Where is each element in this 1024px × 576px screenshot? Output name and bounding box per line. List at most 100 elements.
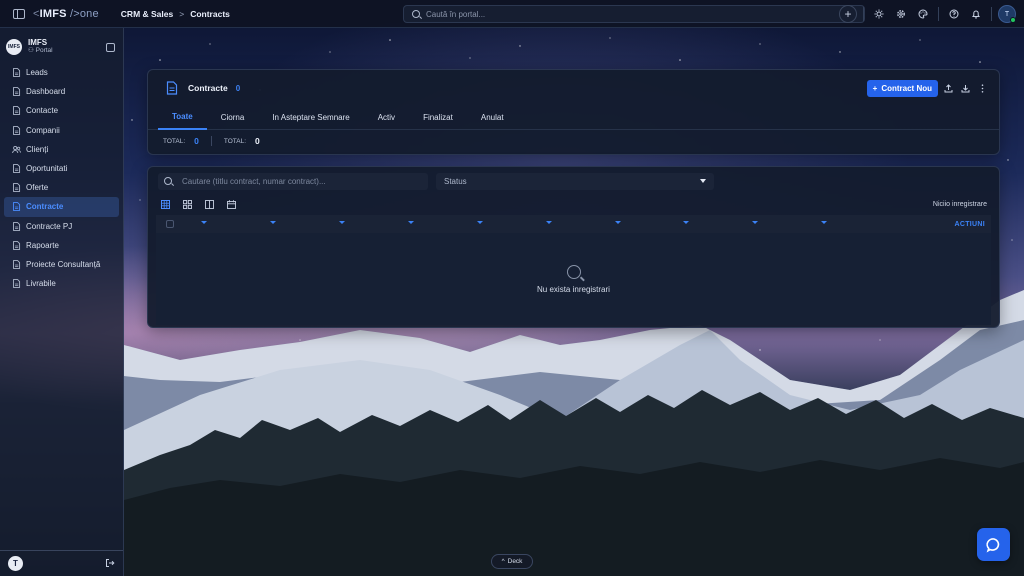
sidebar-item-label: Leads (26, 68, 48, 78)
logout-icon[interactable] (105, 558, 115, 570)
tab-ciorna[interactable]: Ciorna (207, 106, 259, 130)
sidebar-item-contacte[interactable]: Contacte (4, 101, 119, 120)
select-all-checkbox[interactable] (166, 220, 174, 228)
sidebar-item-label: Dashboard (26, 87, 66, 97)
tab-anulat[interactable]: Anulat (467, 106, 518, 130)
sidebar-item-clien-i[interactable]: Clienți (4, 140, 119, 159)
sidebar-item-rapoarte[interactable]: Rapoarte (4, 236, 119, 255)
sidebar-item-companii[interactable]: Companii (4, 121, 119, 140)
org-subtitle: ⚇ Portal (28, 46, 53, 54)
palette-icon[interactable] (914, 5, 932, 23)
search-icon (566, 264, 581, 279)
sidebar-footer: T (0, 550, 123, 576)
table-body-empty: Nu exista inregistrari (156, 233, 991, 325)
table-search-input[interactable]: Cautare (titlu contract, numar contract)… (158, 172, 428, 190)
gear-icon[interactable] (892, 5, 910, 23)
sidebar-nav: Leads Dashboard Contacte Companii Clienți Opo… (0, 63, 123, 293)
column-sort-chevron-icon[interactable] (339, 221, 345, 224)
sidebar-item-contracte-pj[interactable]: Contracte PJ (4, 217, 119, 236)
sidebar-item-label: Contracte (26, 202, 64, 212)
breadcrumb-contracts[interactable]: Contracts (190, 9, 230, 19)
global-search-input[interactable]: Caută în portal... (403, 5, 865, 23)
page-icon (12, 164, 21, 173)
status-tabs: Toate Ciorna In Asteptare Semnare Activ Fina… (148, 106, 999, 130)
table-search-placeholder: Cautare (titlu contract, numar contract)… (182, 176, 326, 186)
column-sort-chevron-icon[interactable] (408, 221, 414, 224)
sidebar-item-proiecte-consultan[interactable]: Proiecte Consultanță (4, 255, 119, 274)
help-icon[interactable] (945, 5, 963, 23)
sidebar-item-leads[interactable]: Leads (4, 63, 119, 82)
document-icon (166, 81, 178, 95)
tab-finalizat[interactable]: Finalizat (409, 106, 467, 130)
sidebar-item-oferte[interactable]: Oferte (4, 178, 119, 197)
columns-view-icon[interactable] (204, 199, 215, 210)
column-sort-chevron-icon[interactable] (615, 221, 621, 224)
more-options-icon[interactable] (975, 81, 989, 95)
sidebar-item-label: Rapoarte (26, 240, 59, 250)
column-sort-chevron-icon[interactable] (270, 221, 276, 224)
search-icon (412, 10, 420, 18)
column-sort-chevron-icon[interactable] (201, 221, 207, 224)
user-avatar-initial: T (1004, 10, 1010, 18)
user-avatar[interactable]: T (998, 5, 1016, 23)
status-select-placeholder: Status (444, 176, 467, 186)
bell-icon[interactable] (967, 5, 985, 23)
sun-icon[interactable] (870, 5, 888, 23)
tab-toate[interactable]: Toate (158, 106, 207, 130)
logo-prefix: < (33, 7, 40, 20)
divider (938, 7, 939, 21)
plus-icon[interactable]: + (839, 5, 857, 23)
status-select[interactable]: Status (436, 172, 714, 190)
tab-in-asteptare-semnare[interactable]: In Asteptare Semnare (258, 106, 363, 130)
contracts-table-card: Cautare (titlu contract, numar contract)… (147, 166, 1000, 328)
page-icon (12, 279, 21, 289)
sidebar-item-livrabile[interactable]: Livrabile (4, 274, 119, 293)
org-logo: IMFS (6, 39, 22, 55)
sidebar-item-label: Contracte PJ (26, 221, 73, 231)
divider (210, 136, 212, 146)
page-title: Contracte (188, 83, 228, 93)
global-search-placeholder: Caută în portal... (426, 9, 486, 19)
grid-view-icon[interactable] (182, 199, 193, 210)
sidebar-item-label: Oportunitati (26, 164, 68, 174)
sidebar-item-label: Oferte (26, 183, 49, 193)
column-sort-chevron-icon[interactable] (683, 221, 689, 224)
view-toolbar: Niciio inregistrare (148, 195, 999, 213)
org-switcher[interactable]: IMFS IMFS ⚇ Portal (0, 28, 123, 58)
actions-column-header: ACTIUNI (954, 220, 985, 228)
breadcrumb-crm-sales[interactable]: CRM & Sales (121, 9, 173, 19)
chat-bubble-icon (985, 537, 999, 552)
sidebar-item-label: Clienți (26, 144, 49, 154)
dock-label: Deck (507, 558, 523, 565)
column-sort-chevron-icon[interactable] (752, 221, 758, 224)
chevron-down-icon (700, 179, 706, 183)
new-contract-button[interactable]: + Contract Nou (866, 79, 938, 97)
column-sort-chevron-icon[interactable] (546, 221, 552, 224)
app-logo[interactable]: <IMFS />one (33, 8, 99, 20)
table-header: ACTIUNI (156, 215, 991, 233)
tab-activ[interactable]: Activ (364, 106, 409, 130)
upload-icon[interactable] (941, 81, 955, 95)
calendar-view-icon[interactable] (226, 199, 237, 210)
chat-button[interactable] (977, 528, 1010, 561)
column-sort-chevron-icon[interactable] (821, 221, 827, 224)
page-icon (12, 87, 21, 97)
sidebar-item-dashboard[interactable]: Dashboard (4, 82, 119, 101)
chevron-up-icon: ^ (501, 558, 505, 565)
org-subtitle-text: Portal (35, 46, 53, 54)
collapse-sidebar-icon[interactable] (106, 42, 115, 52)
new-contract-label: Contract Nou (881, 83, 932, 93)
total-value-1: 0 (194, 136, 199, 146)
breadcrumb: CRM & Sales > Contracts (121, 9, 230, 19)
user-avatar-small[interactable]: T (8, 556, 23, 571)
dock-button[interactable]: ^ Deck (491, 554, 533, 569)
sidebar-item-oportunitati[interactable]: Oportunitati (4, 159, 119, 178)
total-value-2: 0 (255, 136, 260, 146)
column-sort-chevron-icon[interactable] (477, 221, 483, 224)
sidebar-item-label: Livrabile (26, 279, 56, 289)
download-icon[interactable] (958, 81, 972, 95)
sidebar-item-contracte[interactable]: Contracte (4, 197, 119, 217)
filters-row: Cautare (titlu contract, numar contract)… (148, 167, 999, 195)
sidebar-toggle-icon[interactable] (13, 8, 25, 19)
table-view-icon[interactable] (160, 199, 171, 210)
